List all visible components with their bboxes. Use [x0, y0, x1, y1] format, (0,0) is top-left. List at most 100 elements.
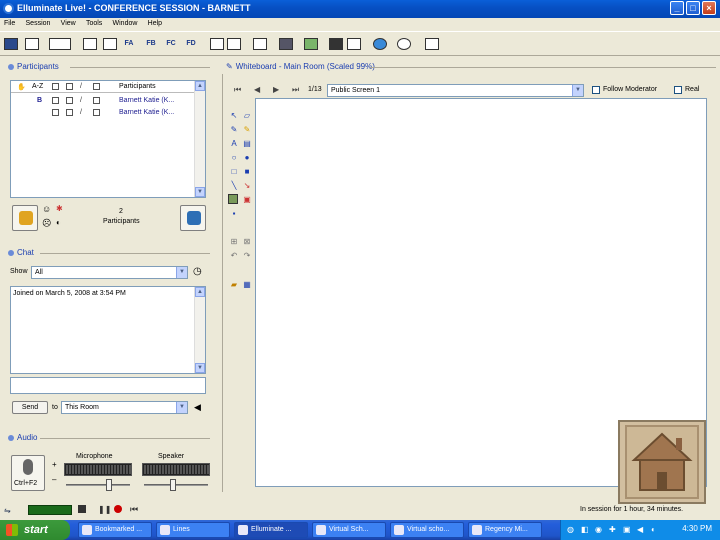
camera-icon[interactable] [66, 97, 73, 104]
megaphone-icon[interactable]: ◀ [194, 402, 201, 413]
line-tool-icon[interactable]: ╲ [229, 181, 239, 191]
taskbar-item-active[interactable]: Elluminate ... [234, 522, 308, 538]
menu-tools[interactable]: Tools [82, 19, 106, 28]
raise-hand-icon[interactable]: ✋ [17, 83, 26, 91]
layout-dropdown[interactable] [47, 36, 73, 52]
menu-help[interactable]: Help [144, 19, 166, 28]
real-size-checkbox[interactable] [674, 86, 682, 94]
notes-icon[interactable] [278, 36, 294, 52]
participants-list[interactable]: ✋ A-Z / Participants B / Barnett Katie (… [10, 80, 206, 198]
highlighter-icon[interactable]: ✎ [242, 125, 252, 135]
volume-minus[interactable]: – [52, 475, 56, 484]
map-icon[interactable] [303, 36, 319, 52]
speaker-slider-thumb[interactable] [170, 479, 176, 491]
send-button[interactable]: Send [12, 401, 48, 414]
menu-file[interactable]: File [0, 19, 19, 28]
previous-page-icon[interactable]: ◀ [254, 85, 260, 94]
ellipse-filled-icon[interactable]: ● [242, 153, 252, 163]
emoticon-applause-icon[interactable]: ✱ [56, 204, 63, 213]
speaker-slider[interactable] [144, 484, 208, 486]
talk-button[interactable]: Ctrl+F2 [11, 455, 45, 491]
clock-icon[interactable]: ◷ [193, 266, 202, 277]
scroll-down-arrow-icon[interactable]: ▼ [195, 187, 205, 197]
participants-column-header[interactable]: Participants [119, 83, 156, 90]
image-tool-icon[interactable] [228, 194, 238, 204]
taskbar-item[interactable]: Lines [156, 522, 230, 538]
tray-icon[interactable]: ◉ [595, 525, 602, 534]
eraser-icon[interactable]: ▱ [242, 111, 252, 121]
rectangle-outline-icon[interactable]: □ [229, 167, 239, 177]
minimize-button[interactable]: _ [670, 1, 684, 15]
volume-plus[interactable]: + [52, 460, 57, 469]
mic-icon[interactable] [52, 97, 59, 104]
ellipse-outline-icon[interactable]: ○ [229, 153, 239, 163]
timer-icon[interactable] [396, 36, 412, 52]
emoticon-sad-icon[interactable]: ☹ [42, 218, 51, 229]
taskbar-item[interactable]: Bookmarked ... [78, 522, 152, 538]
last-page-icon[interactable]: ⏭ [292, 85, 299, 95]
desktop-share-icon[interactable] [252, 36, 268, 52]
tray-icon[interactable]: ◧ [581, 525, 589, 534]
tray-icon[interactable]: ▣ [623, 525, 631, 534]
camera-icon[interactable] [66, 109, 73, 116]
sort-button[interactable]: A-Z [32, 83, 43, 90]
chat-permission-icon[interactable] [93, 109, 100, 116]
print-icon[interactable] [24, 36, 40, 52]
chat-show-select[interactable]: All ▼ [31, 266, 188, 279]
toolbar-fd[interactable]: FD [183, 36, 199, 52]
grid-icon[interactable] [102, 36, 118, 52]
next-page-icon[interactable]: ▶ [273, 85, 279, 94]
list-icon[interactable] [82, 36, 98, 52]
participant-row[interactable]: B / Barnett Katie (K... [11, 95, 195, 106]
taskbar-item[interactable]: Virtual Sch... [312, 522, 386, 538]
page-explorer-icon[interactable]: ▦ [242, 280, 252, 290]
screen-capture-icon[interactable]: ▪ [229, 209, 239, 219]
microphone-slider[interactable] [66, 484, 130, 486]
screen-select[interactable]: Public Screen 1 ▼ [327, 84, 584, 97]
chat-scrollbar[interactable]: ▲ ▼ [194, 287, 205, 373]
menu-window[interactable]: Window [109, 19, 142, 28]
chat-permission-icon[interactable] [93, 97, 100, 104]
participants-scrollbar[interactable]: ▲ ▼ [194, 81, 205, 197]
redo-icon[interactable]: ↷ [242, 251, 252, 261]
menu-view[interactable]: View [57, 19, 80, 28]
exit-button[interactable] [180, 205, 206, 231]
stop-icon[interactable] [78, 505, 86, 513]
tray-icon[interactable]: ◐ [651, 525, 656, 534]
save-icon[interactable] [3, 36, 19, 52]
toolbar-fa[interactable]: FA [121, 36, 137, 52]
pointer-tool-icon[interactable]: ↘ [242, 181, 252, 191]
play-icon[interactable]: ⏮ [130, 504, 138, 515]
web-tour-icon[interactable] [372, 36, 388, 52]
raise-hand-button[interactable] [12, 205, 38, 231]
pen-icon[interactable]: / [80, 97, 87, 104]
chat-input[interactable] [10, 377, 206, 394]
first-page-icon[interactable]: ⏮ [234, 85, 241, 95]
open-folder-icon[interactable]: ▰ [229, 280, 239, 290]
pen-tool-icon[interactable]: ✎ [229, 125, 239, 135]
network-icon[interactable]: ⇋ [4, 506, 11, 515]
pause-icon[interactable]: ❚❚ [98, 505, 111, 514]
toolbar-fc[interactable]: FC [163, 36, 179, 52]
emoticon-step-away-icon[interactable]: ◐ [56, 218, 61, 227]
poll-icon[interactable] [424, 36, 440, 52]
taskbar-item[interactable]: Virtual scho... [390, 522, 464, 538]
taskbar-item[interactable]: Regency Mi... [468, 522, 542, 538]
tray-icon[interactable]: ◍ [567, 525, 574, 534]
clipart-tool-icon[interactable]: ▣ [242, 195, 252, 205]
follow-moderator-checkbox[interactable] [592, 86, 600, 94]
maximize-button[interactable]: □ [686, 1, 700, 15]
emoticon-smile-icon[interactable]: ☺ [42, 204, 51, 214]
text-tool-icon[interactable]: A [229, 139, 239, 149]
breakout-icon[interactable] [346, 36, 362, 52]
text-box-icon[interactable]: ▤ [242, 139, 252, 149]
volume-icon[interactable]: ◀ [637, 525, 643, 534]
toolbar-fb[interactable]: FB [143, 36, 159, 52]
chat-transcript[interactable]: Joined on March 5, 2008 at 3:54 PM ▲ ▼ [10, 286, 206, 374]
rectangle-filled-icon[interactable]: ■ [242, 167, 252, 177]
start-button[interactable]: start [0, 520, 70, 540]
participant-row[interactable]: / Barnett Katie (K... [11, 107, 195, 118]
ungroup-icon[interactable]: ⊠ [242, 237, 252, 247]
scroll-up-arrow-icon[interactable]: ▲ [195, 287, 205, 297]
presentation-icon[interactable] [226, 36, 242, 52]
